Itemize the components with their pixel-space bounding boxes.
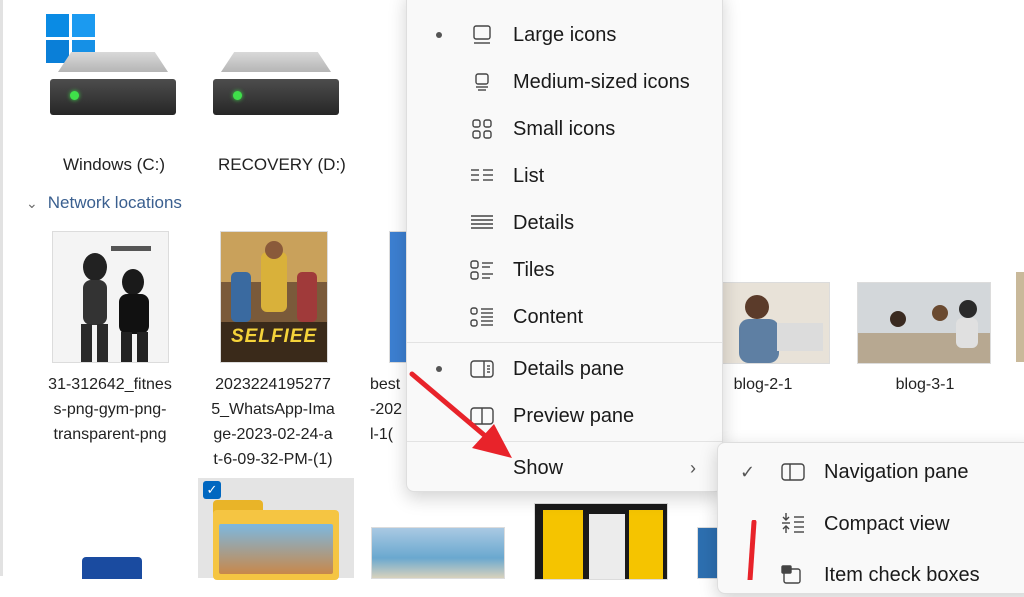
- drive-led: [233, 91, 242, 100]
- drive-led: [70, 91, 79, 100]
- content-icon: [469, 304, 495, 330]
- file-label: 2023224195277 5_WhatsApp-Ima ge-2023-02-…: [211, 376, 335, 468]
- blog-2-1-thumbnail[interactable]: [720, 282, 830, 364]
- menu-item-small-icons[interactable]: Small icons: [407, 107, 722, 151]
- partial-thumbnail-right[interactable]: [1016, 272, 1024, 362]
- menu-item-label: List: [513, 164, 545, 187]
- list-icon: [469, 163, 495, 189]
- blog-image: [721, 283, 829, 363]
- menu-item-medium-icons[interactable]: Medium-sized icons: [407, 60, 722, 104]
- section-title: Network locations: [47, 193, 182, 212]
- file-label: blog-3-1: [895, 376, 955, 393]
- checkmark-icon: ✓: [740, 461, 756, 482]
- annotation-arrow: [409, 371, 512, 458]
- drive-label: Windows (C:): [63, 155, 166, 174]
- navigation-pane-icon: [780, 459, 806, 485]
- menu-item-label: Compact view: [824, 512, 950, 535]
- small-icons-icon: [469, 116, 495, 142]
- blog-3-1-thumbnail[interactable]: [857, 282, 991, 364]
- menu-separator: [407, 342, 722, 343]
- menu-item-label: Tiles: [513, 258, 555, 281]
- menu-item-list[interactable]: List: [407, 154, 722, 198]
- drive-body: [213, 79, 339, 115]
- folder-icon: [213, 500, 339, 580]
- item-check-boxes-icon: [780, 562, 806, 588]
- drive-label: RECOVERY (D:): [218, 155, 346, 174]
- large-icons-icon: [469, 22, 495, 48]
- design-brochure-thumbnail[interactable]: [534, 503, 668, 580]
- menu-item-content[interactable]: Content: [407, 295, 722, 339]
- blog-image: [858, 283, 990, 363]
- annotation-arrow: [747, 520, 757, 580]
- compact-view-icon: [780, 511, 806, 537]
- check-icon: ✓: [206, 482, 218, 497]
- menu-item-tiles[interactable]: Tiles: [407, 248, 722, 292]
- menu-item-label: Large icons: [513, 23, 617, 46]
- fitness-image: [81, 246, 151, 362]
- menu-item-label: Content: [513, 305, 584, 328]
- details-icon: [469, 210, 495, 236]
- drive-icon: [58, 52, 168, 72]
- file-label: blog-2-1: [733, 376, 793, 393]
- menu-item-label: Item check boxes: [824, 563, 980, 586]
- chevron-right-icon: ›: [690, 457, 696, 478]
- beach-thumbnail[interactable]: [371, 527, 505, 579]
- menu-item-navigation-pane[interactable]: ✓ Navigation pane: [718, 450, 1024, 494]
- left-border: [0, 0, 3, 576]
- selfiee-poster-thumbnail[interactable]: SELFIEE: [220, 231, 328, 363]
- drive-icon: [221, 52, 331, 72]
- medium-icons-icon: [469, 69, 495, 95]
- selected-dot: [436, 32, 442, 38]
- menu-item-label: Small icons: [513, 117, 616, 140]
- menu-item-label: Preview pane: [513, 404, 635, 427]
- file-label: 31-312642_fitnes s-png-gym-png- transpar…: [48, 376, 172, 443]
- menu-item-label: Medium-sized icons: [513, 70, 690, 93]
- drive-body: [50, 79, 176, 115]
- network-locations-header[interactable]: ⌄ Network locations: [26, 193, 182, 213]
- checkbox-checked[interactable]: ✓: [203, 481, 221, 499]
- menu-item-large-icons[interactable]: Large icons: [407, 13, 722, 57]
- poster-title: SELFIEE: [231, 326, 318, 347]
- chevron-down-icon: ⌄: [26, 194, 38, 211]
- fitness-thumbnail[interactable]: [52, 231, 169, 363]
- menu-item-label: Details: [513, 211, 575, 234]
- menu-item-label: Navigation pane: [824, 460, 969, 483]
- menu-item-details[interactable]: Details: [407, 201, 722, 245]
- tiles-icon: [469, 257, 495, 283]
